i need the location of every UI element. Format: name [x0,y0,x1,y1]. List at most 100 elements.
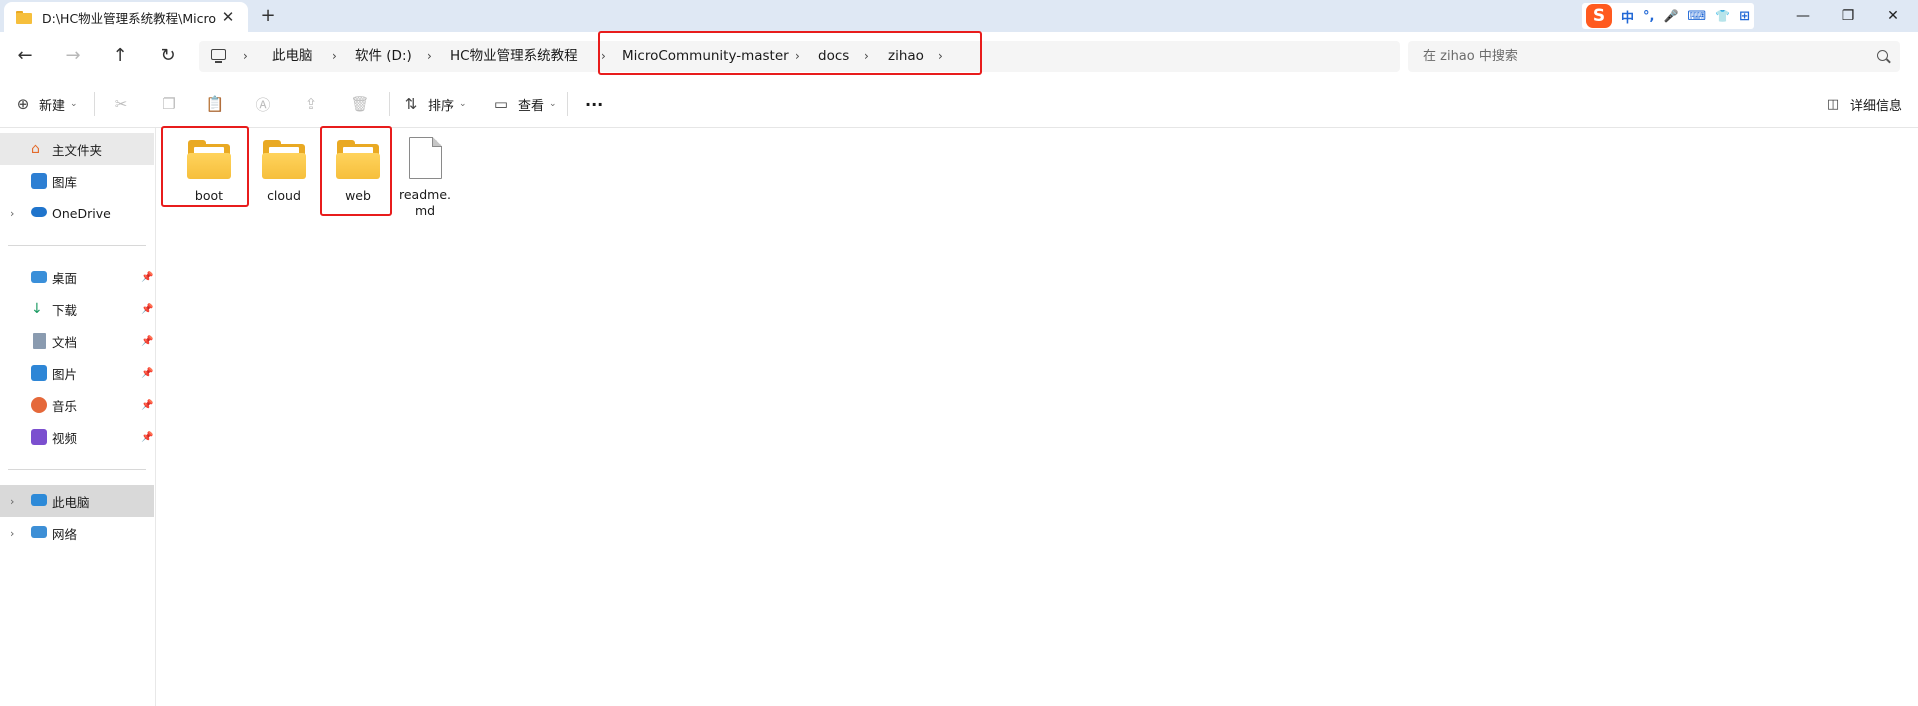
forward-arrow-icon[interactable]: → [61,44,85,68]
ime-mode-toggle[interactable]: 中 [1621,7,1634,26]
new-button[interactable]: ⊕ 新建 ⌄ [14,80,78,128]
title-bar: D:\HC物业管理系统教程\Micro ✕ + S 中 °, 🎤 ⌨ 👕 ⊞ —… [0,0,1918,32]
ime-toolbar: S 中 °, 🎤 ⌨ 👕 ⊞ [1582,3,1755,29]
gallery-icon [31,173,47,189]
file-item-readme[interactable]: readme.md [397,137,453,219]
rename-button[interactable]: Ⓐ [254,80,272,128]
file-name: readme.md [399,187,451,218]
refresh-icon[interactable]: ↻ [156,44,180,68]
window-tab[interactable]: D:\HC物业管理系统教程\Micro ✕ [4,2,248,32]
music-icon [31,397,47,413]
folder-icon [262,138,306,180]
chevron-right-icon[interactable]: › [10,495,14,508]
breadcrumb-zihao[interactable]: zihao [888,41,924,72]
pin-icon[interactable]: 📌 [141,336,153,347]
sidebar-item-documents[interactable]: 文档 📌 [0,325,154,357]
view-button[interactable]: ▭ 查看 ⌄ [492,80,557,128]
ime-logo-icon[interactable]: S [1586,4,1612,28]
details-label: 详细信息 [1850,98,1903,114]
chevron-right-icon[interactable]: › [10,527,14,540]
breadcrumb-this-pc[interactable]: 此电脑 [272,41,313,72]
view-label: 查看 [518,98,545,114]
sidebar-item-label: 此电脑 [52,494,90,510]
breadcrumb-separator-icon[interactable]: › [601,41,606,72]
sidebar-item-desktop[interactable]: 桌面 📌 [0,261,154,293]
ime-keyboard-icon[interactable]: ⌨ [1687,9,1706,24]
breadcrumb-separator-icon[interactable]: › [427,41,432,72]
new-tab-button[interactable]: + [258,6,278,26]
tab-close-icon[interactable]: ✕ [220,9,236,25]
sidebar-item-downloads[interactable]: ↓ 下载 📌 [0,293,154,325]
folder-item-web[interactable]: web [321,138,395,204]
breadcrumb-microcommunity[interactable]: MicroCommunity-master [622,41,789,72]
home-icon: ⌂ [31,141,40,157]
breadcrumb-separator-icon[interactable]: › [795,41,800,72]
sidebar-item-label: 文档 [52,334,78,350]
breadcrumb-separator-icon[interactable]: › [938,41,943,72]
sidebar-item-home[interactable]: ⌂ 主文件夹 [0,133,154,165]
details-pane-button[interactable]: ◫ 详细信息 [1824,80,1902,128]
plus-circle-icon: ⊕ [16,95,30,113]
computer-icon [31,494,47,506]
view-icon: ▭ [493,95,509,113]
close-button[interactable]: ✕ [1870,0,1916,32]
sidebar-item-label: 视频 [52,430,78,446]
folder-icon [336,138,380,180]
search-icon[interactable] [1877,50,1888,61]
ime-skin-icon[interactable]: 👕 [1715,9,1730,23]
cut-button[interactable]: ✂ [112,80,130,128]
sort-button[interactable]: ⇅ 排序 ⌄ [402,80,467,128]
maximize-button[interactable]: ❐ [1825,0,1871,32]
file-name: web [345,188,371,203]
search-placeholder: 在 zihao 中搜索 [1423,49,1518,64]
ime-grid-icon[interactable]: ⊞ [1739,9,1750,24]
delete-button[interactable]: 🗑 [350,80,370,128]
pin-icon[interactable]: 📌 [141,272,153,283]
sidebar-divider [8,245,146,246]
sidebar-item-label: OneDrive [52,205,111,221]
chevron-right-icon[interactable]: › [10,207,14,220]
cloud-icon [31,207,47,217]
pin-icon[interactable]: 📌 [141,432,153,443]
sidebar-item-gallery[interactable]: 图库 [0,165,154,197]
breadcrumb-separator-icon[interactable]: › [864,41,869,72]
breadcrumb-hc-tutorial[interactable]: HC物业管理系统教程 [450,41,578,72]
pin-icon[interactable]: 📌 [141,304,153,315]
search-input[interactable]: 在 zihao 中搜索 [1408,41,1900,72]
copy-button[interactable]: ❐ [160,80,178,128]
address-bar[interactable]: › 此电脑 › 软件 (D:) › HC物业管理系统教程 › MicroComm… [199,41,1400,72]
file-name: cloud [267,188,301,203]
breadcrumb-docs[interactable]: docs [818,41,849,72]
minimize-button[interactable]: — [1780,0,1826,32]
folder-icon [187,138,231,180]
sidebar-item-this-pc[interactable]: › 此电脑 [0,485,154,517]
sidebar-item-onedrive[interactable]: › OneDrive [0,197,154,229]
sidebar-item-pictures[interactable]: 图片 📌 [0,357,154,389]
share-button[interactable]: ⇪ [302,80,320,128]
pin-icon[interactable]: 📌 [141,400,153,411]
sidebar-item-videos[interactable]: 视频 📌 [0,421,154,453]
folder-item-cloud[interactable]: cloud [247,138,321,204]
paste-button[interactable]: 📋 [206,80,225,128]
folder-item-boot[interactable]: boot [172,138,246,204]
breadcrumb-separator-icon[interactable]: › [243,41,248,72]
video-icon [31,429,47,445]
sidebar-item-label: 图库 [52,174,78,190]
pin-icon[interactable]: 📌 [141,368,153,379]
trash-icon: 🗑 [350,95,370,113]
sidebar-item-label: 下载 [52,302,78,318]
sidebar-item-network[interactable]: › 网络 [0,517,154,549]
breadcrumb-drive-d[interactable]: 软件 (D:) [355,41,412,72]
breadcrumb-separator-icon[interactable]: › [332,41,337,72]
copy-icon: ❐ [162,95,176,113]
back-arrow-icon[interactable]: ← [13,44,37,68]
sidebar-item-music[interactable]: 音乐 📌 [0,389,154,421]
download-icon: ↓ [31,301,43,317]
more-options-button[interactable]: ··· [585,80,603,128]
document-icon [33,333,46,349]
sort-label: 排序 [428,98,455,114]
ime-mic-icon[interactable]: 🎤 [1663,9,1678,23]
sidebar-item-label: 音乐 [52,398,78,414]
up-arrow-icon[interactable]: ↑ [108,44,132,68]
ime-punctuation-toggle[interactable]: °, [1643,9,1654,24]
